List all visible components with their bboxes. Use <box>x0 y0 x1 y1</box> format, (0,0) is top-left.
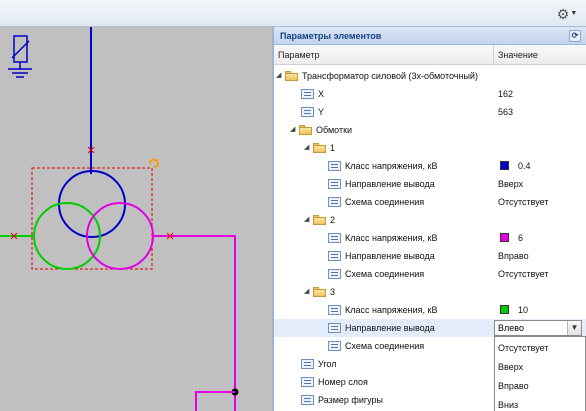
direction-dropdown-list: Отсутствует Вверх Вправо Вниз <box>494 336 586 411</box>
property-icon <box>301 395 314 405</box>
combobox-value: Влево <box>498 323 524 333</box>
tree-value[interactable]: Отсутствует <box>498 269 548 279</box>
tree-label: 2 <box>330 215 336 225</box>
property-icon <box>328 197 341 207</box>
property-icon <box>301 377 314 387</box>
tree-row-root[interactable]: ◢ Трансформатор силовой (3х-обмоточный) <box>274 67 586 85</box>
tree-value[interactable]: 6 <box>518 233 523 243</box>
tree-row-winding-3[interactable]: ◢ 3 <box>274 283 586 301</box>
tree-row-winding-2[interactable]: ◢ 2 <box>274 211 586 229</box>
tree-value[interactable]: Вправо <box>498 251 529 261</box>
tree-row-y[interactable]: Y 563 <box>274 103 586 121</box>
tree-row-windings[interactable]: ◢ Обмотки <box>274 121 586 139</box>
tree-row-w1-voltage[interactable]: Класс напряжения, кВ 0.4 <box>274 157 586 175</box>
rotate-handle-icon[interactable] <box>149 158 159 168</box>
tree-row-winding-1[interactable]: ◢ 1 <box>274 139 586 157</box>
tree-label: Размер фигуры <box>318 395 384 405</box>
column-header-param[interactable]: Параметр <box>278 50 320 60</box>
folder-icon <box>313 287 326 297</box>
tree-row-w3-voltage[interactable]: Класс напряжения, кВ 10 <box>274 301 586 319</box>
tree-row-w3-direction[interactable]: Направление вывода Влево ▼ <box>274 319 586 337</box>
tree-label: Y <box>318 107 325 117</box>
property-icon <box>301 359 314 369</box>
tree-label: Трансформатор силовой (3х-обмоточный) <box>302 71 478 81</box>
property-icon <box>328 161 341 171</box>
tree-row-w2-scheme[interactable]: Схема соединения Отсутствует <box>274 265 586 283</box>
top-toolbar: ⚙ ▼ <box>0 0 586 27</box>
expand-arrow-icon[interactable]: ◢ <box>304 287 309 295</box>
expand-arrow-icon[interactable]: ◢ <box>304 215 309 223</box>
panel-title-text: Параметры элементов <box>280 31 382 41</box>
mv-branch-line[interactable] <box>195 391 235 411</box>
dropdown-option[interactable]: Вправо <box>498 381 529 391</box>
tree-label: X <box>318 89 325 99</box>
color-swatch-magenta <box>500 233 509 242</box>
refresh-icon: ⟳ <box>571 31 579 40</box>
dropdown-option[interactable]: Вниз <box>498 400 518 410</box>
property-icon <box>328 323 341 333</box>
gear-icon: ⚙ <box>556 5 570 22</box>
folder-icon <box>299 125 312 135</box>
panel-title: Параметры элементов ⟳ <box>274 27 586 45</box>
color-swatch-blue <box>500 161 509 170</box>
column-separator[interactable] <box>493 45 494 65</box>
property-icon <box>301 107 314 117</box>
folder-icon <box>285 71 298 81</box>
direction-combobox[interactable]: Влево ▼ <box>494 320 582 336</box>
expand-arrow-icon[interactable]: ◢ <box>276 71 281 79</box>
chevron-down-icon[interactable]: ▼ <box>567 321 581 335</box>
tree-row-w2-voltage[interactable]: Класс напряжения, кВ 6 <box>274 229 586 247</box>
tree-label: Направление вывода <box>345 179 435 189</box>
tree-row-w1-scheme[interactable]: Схема соединения Отсутствует <box>274 193 586 211</box>
tree-label: Схема соединения <box>345 197 425 207</box>
tree-label: 1 <box>330 143 336 153</box>
color-swatch-green <box>500 305 509 314</box>
tree-label: Класс напряжения, кВ <box>345 161 438 171</box>
refresh-button[interactable]: ⟳ <box>569 30 581 42</box>
column-header: Параметр Значение <box>274 45 586 65</box>
tree-label: Класс напряжения, кВ <box>345 233 438 243</box>
tree-row-w1-direction[interactable]: Направление вывода Вверх <box>274 175 586 193</box>
property-icon <box>328 251 341 261</box>
tree-label: Схема соединения <box>345 269 425 279</box>
property-icon <box>328 341 341 351</box>
property-icon <box>328 305 341 315</box>
tree-label: Обмотки <box>316 125 353 135</box>
tree-label: Класс напряжения, кВ <box>345 305 438 315</box>
schematic-canvas[interactable] <box>0 27 272 411</box>
settings-menu-button[interactable]: ⚙ ▼ <box>554 5 580 22</box>
tree-label: Номер слоя <box>318 377 368 387</box>
tree-value[interactable]: Отсутствует <box>498 197 548 207</box>
mv-bus-line[interactable] <box>153 235 236 411</box>
property-icon <box>328 179 341 189</box>
expand-arrow-icon[interactable]: ◢ <box>304 143 309 151</box>
tree-label: Направление вывода <box>345 323 435 333</box>
tree-label: 3 <box>330 287 336 297</box>
tree-label: Угол <box>318 359 337 369</box>
tree-value[interactable]: 10 <box>518 305 528 315</box>
tree-value[interactable]: 0.4 <box>518 161 531 171</box>
tree-row-x[interactable]: X 162 <box>274 85 586 103</box>
dropdown-option[interactable]: Отсутствует <box>498 343 548 353</box>
expand-arrow-icon[interactable]: ◢ <box>290 125 295 133</box>
surge-arrester-symbol[interactable] <box>8 35 32 78</box>
tree-value[interactable]: 162 <box>498 89 513 99</box>
tree-row-w2-direction[interactable]: Направление вывода Вправо <box>274 247 586 265</box>
tree-label: Направление вывода <box>345 251 435 261</box>
tree-label: Схема соединения <box>345 341 425 351</box>
dropdown-option[interactable]: Вверх <box>498 362 523 372</box>
property-icon <box>328 269 341 279</box>
tree-value[interactable]: Вверх <box>498 179 523 189</box>
property-icon <box>328 233 341 243</box>
chevron-down-icon: ▼ <box>570 10 578 17</box>
property-icon <box>301 89 314 99</box>
folder-icon <box>313 143 326 153</box>
folder-icon <box>313 215 326 225</box>
tree-value[interactable]: 563 <box>498 107 513 117</box>
column-header-value[interactable]: Значение <box>498 50 538 60</box>
